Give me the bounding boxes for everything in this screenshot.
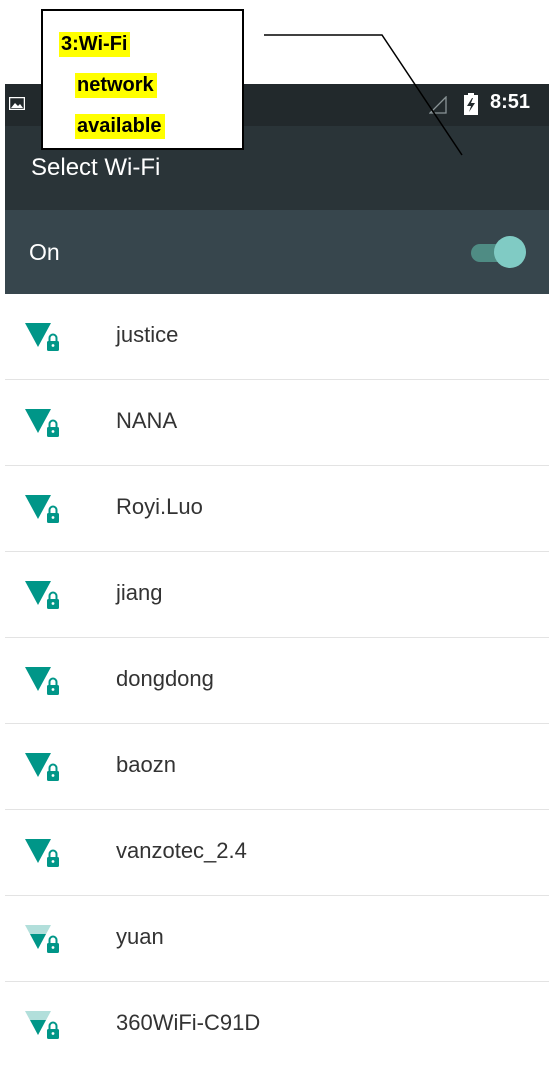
list-item[interactable]: baozn: [5, 724, 549, 810]
wifi-lock-icon: [25, 839, 59, 867]
network-name: justice: [116, 322, 179, 347]
wifi-lock-icon: [25, 495, 59, 523]
network-name: baozn: [116, 752, 176, 777]
wifi-lock-icon: [25, 409, 59, 437]
list-item[interactable]: yuan: [5, 896, 549, 982]
list-item[interactable]: justice: [5, 294, 549, 380]
wifi-toggle-bar[interactable]: On: [5, 210, 549, 294]
wifi-lock-icon: [25, 581, 59, 609]
network-name: Royi.Luo: [116, 494, 203, 519]
wifi-lock-icon: [25, 323, 59, 351]
list-item[interactable]: 360WiFi-C91D: [5, 982, 549, 1067]
wifi-lock-icon: [25, 667, 59, 695]
wifi-network-list: justice NANA Royi.Luo jiang dongdong bao…: [5, 294, 549, 1067]
wifi-switch-thumb[interactable]: [494, 236, 526, 268]
wifi-lock-icon: [25, 753, 59, 781]
network-name: vanzotec_2.4: [116, 838, 247, 863]
list-item[interactable]: vanzotec_2.4: [5, 810, 549, 896]
list-item[interactable]: jiang: [5, 552, 549, 638]
network-name: jiang: [116, 580, 163, 605]
list-item[interactable]: dongdong: [5, 638, 549, 724]
wifi-toggle-label: On: [29, 239, 60, 265]
annotation-leader-line: [264, 34, 463, 156]
list-item[interactable]: Royi.Luo: [5, 466, 549, 552]
wifi-lock-icon: [25, 1011, 59, 1039]
wifi-lock-icon: [25, 925, 59, 953]
network-name: NANA: [116, 408, 178, 433]
network-name: dongdong: [116, 666, 214, 691]
network-name: 360WiFi-C91D: [116, 1010, 261, 1035]
list-item[interactable]: NANA: [5, 380, 549, 466]
network-name: yuan: [116, 924, 164, 949]
